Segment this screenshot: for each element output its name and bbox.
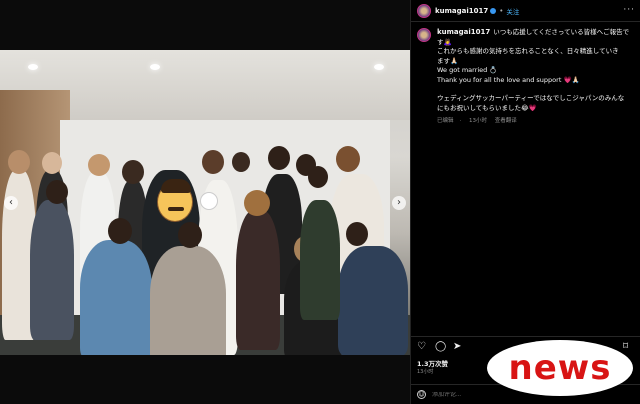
bookmark-icon[interactable]: ⌑ xyxy=(623,342,633,352)
heart-icon[interactable]: ♡ xyxy=(417,342,427,352)
post-time: 13小时 xyxy=(417,369,434,375)
news-watermark: news xyxy=(487,340,633,396)
caption-meta: 已编辑 · 13小时 查看翻译 xyxy=(437,118,517,124)
bouquet xyxy=(200,192,218,210)
edited-label: 已编辑 xyxy=(437,118,454,124)
caption-line: ます🙏🏻 xyxy=(437,56,459,65)
more-options-icon[interactable]: ··· xyxy=(623,5,635,15)
emoji-icon[interactable]: ☺ xyxy=(417,390,426,399)
username[interactable]: kumagai1017 xyxy=(435,7,488,15)
prev-arrow-icon[interactable]: ‹ xyxy=(4,196,18,210)
post-photo[interactable] xyxy=(0,50,410,355)
caption-line: これからも感謝の気持ちを忘れることなく、日々精進していき xyxy=(437,47,619,55)
post-header: kumagai1017 • 关注 ··· xyxy=(411,0,640,22)
caption-username[interactable]: kumagai1017 xyxy=(437,28,490,36)
news-watermark-text: news xyxy=(508,348,612,388)
comment-icon[interactable]: ◯ xyxy=(435,342,446,352)
caption-line: いつも応援してくださっている皆様へご報告で xyxy=(493,28,630,36)
caption-line: す🙇‍♀️ xyxy=(437,37,452,46)
media-pane: ‹ › xyxy=(0,0,410,404)
caption: kumagai1017 いつも応援してくださっている皆様へご報告で す🙇‍♀️ こ… xyxy=(417,28,637,127)
face-emoji-sticker xyxy=(157,179,193,222)
avatar[interactable] xyxy=(417,3,431,18)
next-arrow-icon[interactable]: › xyxy=(392,196,406,210)
verified-badge-icon xyxy=(490,7,497,14)
caption-avatar[interactable] xyxy=(417,28,431,42)
share-icon[interactable]: ➤ xyxy=(453,342,463,352)
caption-line: Thank you for all the love and support 💗… xyxy=(437,75,580,84)
like-count[interactable]: 1.3万次赞 xyxy=(417,358,448,368)
caption-line: ウェディングサッカーパーティーではなでしこジャパンのみんな xyxy=(437,94,625,102)
see-translation-link[interactable]: 查看翻译 xyxy=(495,118,517,124)
caption-line: にもお祝いしてもらいました😂💗 xyxy=(437,103,537,112)
follow-button[interactable]: 关注 xyxy=(506,6,519,16)
caption-age: 13小时 xyxy=(469,118,488,124)
caption-line: We got married 💍 xyxy=(437,66,498,74)
